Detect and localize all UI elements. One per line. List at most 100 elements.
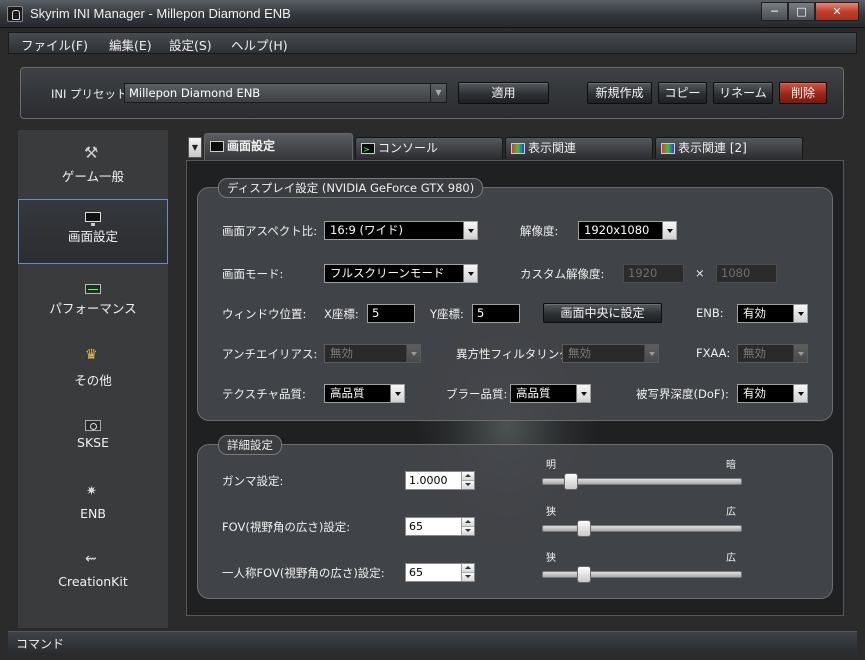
resolution-value: 1920x1080 xyxy=(584,223,650,237)
sidebar-item-skse[interactable]: SKSE xyxy=(18,408,168,472)
detail-settings-group: 詳細設定 ガンマ設定: 1.0000 明 暗 FOV(視野角の広さ)設定: 65… xyxy=(197,435,833,599)
chevron-down-icon xyxy=(793,345,807,362)
aspect-ratio-select[interactable]: 16:9 (ワイド) xyxy=(324,221,478,240)
resolution-select[interactable]: 1920x1080 xyxy=(578,221,677,240)
gamma-label: ガンマ設定: xyxy=(222,474,284,488)
tab-display-settings[interactable]: 画面設定 xyxy=(204,133,353,160)
custom-width-input[interactable]: 1920 xyxy=(623,264,684,283)
minimize-button[interactable]: ─ xyxy=(761,2,788,21)
y-coordinate-input[interactable]: 5 xyxy=(472,304,520,323)
sidebar: ゲーム一般 画面設定 パフォーマンス その他 SKSE ENB Creation… xyxy=(17,129,169,629)
menu-settings[interactable]: 設定(S) xyxy=(169,35,212,54)
copy-preset-button[interactable]: コピー xyxy=(658,82,707,104)
texture-quality-value: 高品質 xyxy=(330,386,365,400)
display-icon xyxy=(511,143,525,154)
creationkit-icon xyxy=(85,551,101,570)
anisotropic-filtering-select[interactable]: 無効 xyxy=(562,344,659,363)
custom-height-input[interactable]: 1080 xyxy=(716,264,777,283)
first-person-fov-spinbox[interactable]: 65 xyxy=(405,563,475,582)
window-position-label: ウィンドウ位置: xyxy=(222,307,307,321)
spin-up-icon[interactable] xyxy=(461,472,474,481)
fov-wide-label: 広 xyxy=(726,507,736,518)
sidebar-item-game-general[interactable]: ゲーム一般 xyxy=(18,136,168,200)
anisotropic-filtering-value: 無効 xyxy=(568,346,591,360)
x-coordinate-input[interactable]: 5 xyxy=(367,304,415,323)
gamma-spinbox[interactable]: 1.0000 xyxy=(405,471,475,490)
first-person-fov-narrow-label: 狭 xyxy=(546,553,556,564)
rename-preset-button[interactable]: リネーム xyxy=(713,82,773,104)
fov-slider-thumb[interactable] xyxy=(577,520,592,537)
preset-label: INI プリセット: xyxy=(51,87,132,101)
preset-bar: INI プリセット: Millepon Diamond ENB ▼ 適用 新規作… xyxy=(20,67,844,119)
status-text: コマンド xyxy=(16,637,65,651)
sidebar-item-label: パフォーマンス xyxy=(49,301,137,316)
status-bar: コマンド xyxy=(8,631,857,653)
screen-mode-select[interactable]: フルスクリーンモード xyxy=(324,264,478,283)
gamma-dark-label: 暗 xyxy=(726,460,736,471)
title-bar: Skyrim INI Manager - Millepon Diamond EN… xyxy=(0,0,865,28)
tab-display-related-2[interactable]: 表示関連 [2] xyxy=(655,137,803,159)
monitor-icon xyxy=(85,212,101,226)
enb-value: 有効 xyxy=(743,306,766,320)
tab-content-panel: ディスプレイ設定 (NVIDIA GeForce GTX 980) 画面アスペク… xyxy=(186,160,844,616)
sidebar-item-creationkit[interactable]: CreationKit xyxy=(18,544,168,608)
chevron-down-icon xyxy=(406,345,420,362)
chevron-down-icon: ▼ xyxy=(430,84,446,102)
delete-preset-button[interactable]: 削除 xyxy=(779,82,827,104)
fov-spinbox[interactable]: 65 xyxy=(405,517,475,536)
spin-down-icon[interactable] xyxy=(461,526,474,535)
tab-label: コンソール xyxy=(378,141,439,155)
console-icon xyxy=(361,140,375,160)
chevron-down-icon xyxy=(390,385,404,402)
sidebar-item-other[interactable]: その他 xyxy=(18,340,168,404)
first-person-fov-slider-thumb[interactable] xyxy=(577,566,592,583)
tab-label: 表示関連 [2] xyxy=(678,141,747,155)
spin-up-icon[interactable] xyxy=(461,518,474,527)
spin-down-icon[interactable] xyxy=(461,480,474,489)
sidebar-item-label: CreationKit xyxy=(58,574,128,589)
antialiasing-select[interactable]: 無効 xyxy=(324,344,421,363)
sidebar-item-display[interactable]: 画面設定 xyxy=(18,199,168,264)
detail-group-title: 詳細設定 xyxy=(218,435,282,455)
depth-of-field-select[interactable]: 有効 xyxy=(737,384,808,403)
new-preset-button[interactable]: 新規作成 xyxy=(587,82,652,104)
menu-file[interactable]: ファイル(F) xyxy=(21,35,88,54)
texture-quality-select[interactable]: 高品質 xyxy=(324,384,405,403)
aspect-ratio-value: 16:9 (ワイド) xyxy=(330,223,403,237)
fxaa-select[interactable]: 無効 xyxy=(737,344,808,363)
first-person-fov-label: 一人称FOV(視野角の広さ)設定: xyxy=(222,566,385,580)
display-settings-group: ディスプレイ設定 (NVIDIA GeForce GTX 980) 画面アスペク… xyxy=(197,178,833,421)
tab-console[interactable]: コンソール xyxy=(355,137,503,160)
blur-quality-select[interactable]: 高品質 xyxy=(510,384,591,403)
preset-select[interactable]: Millepon Diamond ENB ▼ xyxy=(124,83,447,103)
gamma-slider-thumb[interactable] xyxy=(564,473,579,490)
spin-down-icon[interactable] xyxy=(461,572,474,581)
display-icon xyxy=(661,143,675,154)
close-button[interactable]: ✕ xyxy=(815,2,859,21)
tools-icon xyxy=(84,143,101,162)
tab-label: 表示関連 xyxy=(528,141,577,155)
screen-mode-value: フルスクリーンモード xyxy=(330,266,445,280)
maximize-button[interactable]: □ xyxy=(788,2,815,21)
anisotropic-filtering-label: 異方性フィルタリング: xyxy=(456,347,575,361)
times-symbol: × xyxy=(695,266,705,280)
first-person-fov-slider-track xyxy=(542,571,742,578)
tab-display-related[interactable]: 表示関連 xyxy=(505,137,653,159)
sidebar-item-performance[interactable]: パフォーマンス xyxy=(18,272,168,336)
tab-list-dropdown[interactable]: ▼ xyxy=(188,137,202,158)
enb-select[interactable]: 有効 xyxy=(737,304,808,323)
apply-button[interactable]: 適用 xyxy=(458,82,549,104)
fov-value: 65 xyxy=(409,520,423,533)
spin-up-icon[interactable] xyxy=(461,564,474,573)
menu-edit[interactable]: 編集(E) xyxy=(109,35,152,54)
chevron-down-icon xyxy=(793,305,807,322)
display-group-title: ディスプレイ設定 (NVIDIA GeForce GTX 980) xyxy=(218,178,484,198)
x-coordinate-label: X座標: xyxy=(324,307,359,321)
skse-icon xyxy=(85,420,101,431)
app-icon xyxy=(7,6,23,22)
enb-label: ENB: xyxy=(696,306,724,320)
sidebar-item-enb[interactable]: ENB xyxy=(18,476,168,540)
center-window-button[interactable]: 画面中央に設定 xyxy=(543,303,662,323)
aspect-ratio-label: 画面アスペクト比: xyxy=(222,224,318,238)
menu-help[interactable]: ヘルプ(H) xyxy=(231,35,288,54)
